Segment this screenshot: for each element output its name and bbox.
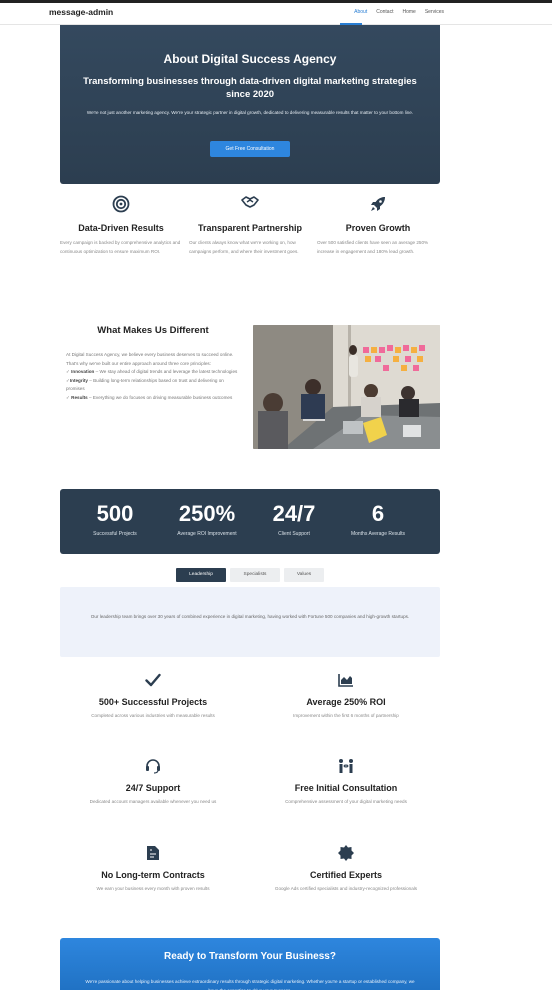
headset-icon bbox=[58, 757, 248, 775]
stat-item: 24/7 Client Support bbox=[264, 501, 324, 537]
benefit-text: Dedicated account managers available whe… bbox=[89, 799, 217, 804]
feature-text: Over 500 satisfied clients have seen an … bbox=[317, 240, 429, 254]
cta-section: Ready to Transform Your Business? We're … bbox=[60, 938, 440, 990]
difference-intro: At Digital Success Agency, we believe ev… bbox=[66, 352, 234, 366]
tab-specialists[interactable]: Specialists bbox=[230, 568, 280, 582]
benefit-text: We earn your business every month with p… bbox=[96, 886, 210, 891]
stat-label: Client Support bbox=[278, 531, 310, 537]
principle-item: ✓ Innovation – We stay ahead of digital … bbox=[66, 369, 238, 375]
feature-text: Every campaign is backed by comprehensiv… bbox=[60, 240, 181, 254]
feature-title: Transparent Partnership bbox=[197, 223, 303, 233]
benefit-text: Improvement within the first 6 months of… bbox=[293, 713, 399, 718]
team-tabs: Leadership Specialists Values bbox=[176, 568, 328, 582]
feature-card: Transparent Partnership Our clients alwa… bbox=[189, 195, 311, 256]
benefit-card: 500+ Successful Projects Completed acros… bbox=[58, 671, 248, 718]
tab-panel-text: Our leadership team brings over 30 years… bbox=[90, 614, 410, 619]
nav-link-services[interactable]: Services bbox=[425, 9, 444, 15]
feature-title: Data-Driven Results bbox=[78, 223, 164, 233]
benefit-card: No Long-term Contracts We earn your busi… bbox=[58, 844, 248, 891]
principle-item: ✓ Results – Everything we do focuses on … bbox=[66, 394, 233, 400]
target-icon bbox=[60, 195, 182, 215]
checkmark-icon bbox=[58, 671, 248, 689]
features-section: Data-Driven Results Every campaign is ba… bbox=[60, 195, 440, 275]
benefit-title: 500+ Successful Projects bbox=[98, 697, 208, 707]
rocket-icon bbox=[317, 195, 439, 215]
feature-card: Proven Growth Over 500 satisfied clients… bbox=[317, 195, 439, 256]
principle-item: ✓Integrity – Building long-term relation… bbox=[66, 377, 224, 392]
free-consultation-button[interactable]: Get Free Consultation bbox=[210, 141, 290, 157]
benefit-title: Certified Experts bbox=[309, 870, 383, 880]
benefit-title: 24/7 Support bbox=[125, 783, 181, 793]
difference-title: What Makes Us Different bbox=[97, 325, 209, 336]
benefit-card: 24/7 Support Dedicated account managers … bbox=[58, 757, 248, 804]
feature-title: Proven Growth bbox=[345, 223, 411, 233]
contract-icon bbox=[58, 844, 248, 862]
stat-value: 24/7 bbox=[272, 501, 316, 526]
benefit-text: Completed across various industries with… bbox=[91, 713, 215, 718]
stat-item: 500 Successful Projects bbox=[84, 501, 146, 537]
hero-description: We're not just another marketing agency.… bbox=[86, 110, 414, 115]
hero-title: About Digital Success Agency bbox=[163, 52, 337, 66]
nav-link-contact[interactable]: Contact bbox=[376, 9, 393, 15]
benefit-text: Comprehensive assessment of your digital… bbox=[285, 799, 407, 804]
stat-value: 500 bbox=[96, 501, 134, 526]
benefit-card: Average 250% ROI Improvement within the … bbox=[251, 671, 441, 718]
benefit-text: Google Ads certified specialists and ind… bbox=[274, 886, 418, 891]
people-arrows-icon bbox=[251, 757, 441, 775]
tab-leadership[interactable]: Leadership bbox=[176, 568, 226, 582]
nav-link-about[interactable]: About bbox=[354, 9, 367, 15]
stats-section: 500 Successful Projects 250% Average ROI… bbox=[60, 489, 440, 554]
stat-value: 6 bbox=[371, 501, 385, 526]
stat-label: Months Average Results bbox=[350, 531, 406, 537]
benefit-card: Certified Experts Google Ads certified s… bbox=[251, 844, 441, 891]
nav-links: About Contact Home Services bbox=[345, 9, 444, 15]
stat-item: 250% Average ROI Improvement bbox=[166, 501, 248, 537]
nav-link-home[interactable]: Home bbox=[402, 9, 415, 15]
feature-text: Our clients always know what we're worki… bbox=[189, 240, 299, 254]
area-chart-icon bbox=[251, 671, 441, 689]
stat-label: Successful Projects bbox=[93, 531, 137, 537]
cta-title: Ready to Transform Your Business? bbox=[164, 951, 336, 962]
hero-section: About Digital Success Agency Transformin… bbox=[60, 25, 440, 184]
stat-value: 250% bbox=[178, 501, 236, 526]
benefit-title: Average 250% ROI bbox=[306, 697, 386, 707]
certificate-icon bbox=[251, 844, 441, 862]
feature-card: Data-Driven Results Every campaign is ba… bbox=[60, 195, 182, 256]
benefit-card: Free Initial Consultation Comprehensive … bbox=[251, 757, 441, 804]
stat-label: Average ROI Improvement bbox=[177, 531, 237, 537]
difference-body: At Digital Success Agency, we believe ev… bbox=[66, 351, 240, 403]
navbar: message-admin About Contact Home Service… bbox=[0, 3, 552, 25]
brand-logo[interactable]: message-admin bbox=[49, 7, 113, 17]
benefit-title: Free Initial Consultation bbox=[294, 783, 398, 793]
team-meeting-photo bbox=[253, 325, 440, 449]
benefit-title: No Long-term Contracts bbox=[101, 870, 205, 880]
tab-panel: Our leadership team brings over 30 years… bbox=[60, 587, 440, 657]
handshake-icon bbox=[189, 195, 311, 215]
cta-text: We're passionate about helping businesse… bbox=[85, 979, 415, 990]
tab-values[interactable]: Values bbox=[284, 568, 324, 582]
stat-item: 6 Months Average Results bbox=[340, 501, 416, 537]
hero-subtitle: Transforming businesses through data-dri… bbox=[83, 76, 417, 100]
